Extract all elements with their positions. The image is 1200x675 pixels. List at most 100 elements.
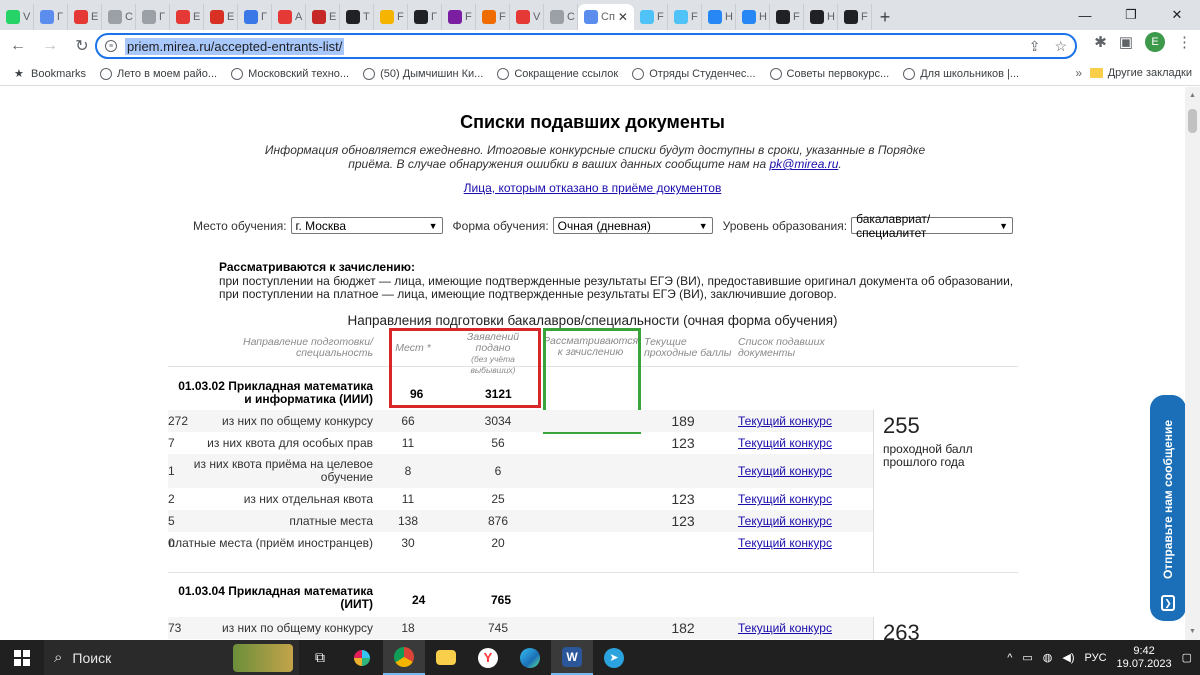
start-button[interactable] (0, 640, 44, 675)
bookmarks-menu[interactable]: ★ Bookmarks (14, 68, 86, 80)
place-label: Место обучения: (193, 218, 287, 233)
back-icon[interactable]: ← (4, 32, 32, 60)
form-select[interactable]: Очная (дневная) ▼ (552, 217, 713, 234)
tab-favicon-icon (346, 10, 360, 24)
scroll-down-icon[interactable]: ▼ (1189, 628, 1196, 635)
task-view-icon[interactable]: ⧉ (299, 640, 341, 675)
browser-tab[interactable]: V (0, 4, 34, 30)
restore-button[interactable]: ❐ (1108, 0, 1154, 30)
browser-tab[interactable]: A (272, 4, 306, 30)
tray-arrow-icon[interactable]: ^ (1007, 652, 1012, 664)
browser-tab[interactable]: C (544, 4, 578, 30)
minimize-button[interactable]: — (1062, 0, 1108, 30)
browser-tab[interactable]: V (510, 4, 544, 30)
bookmark-item[interactable]: Сокращение ссылок (497, 67, 619, 80)
file-explorer-icon[interactable] (425, 640, 467, 675)
browser-tab[interactable]: F (770, 4, 804, 30)
browser-tab[interactable]: E (68, 4, 102, 30)
close-tab-icon[interactable]: ✕ (618, 10, 628, 24)
browser-tab[interactable]: F (838, 4, 872, 30)
chrome-icon[interactable] (383, 640, 425, 675)
extensions-icon[interactable]: ✱ (1094, 33, 1107, 51)
bookmark-item[interactable]: Лето в моем райо... (100, 67, 217, 80)
browser-tab[interactable]: T (340, 4, 374, 30)
tab-favicon-icon (6, 10, 20, 24)
browser-tab[interactable]: F (442, 4, 476, 30)
taskbar-search[interactable]: ⌕ Поиск (44, 640, 299, 675)
row-applications: 25 (491, 492, 505, 506)
bookmark-item[interactable]: Московский техно... (231, 67, 349, 80)
slack-icon[interactable] (341, 640, 383, 675)
yandex-browser-icon[interactable]: Y (467, 640, 509, 675)
browser-tab[interactable]: H (804, 4, 838, 30)
chevron-down-icon: ▼ (999, 220, 1009, 231)
browser-tab[interactable]: H (736, 4, 770, 30)
telegram-icon[interactable]: ➤ (593, 640, 635, 675)
share-icon[interactable]: ⇪ (1029, 38, 1041, 55)
battery-icon[interactable]: ▭ (1022, 651, 1032, 664)
new-tab-button[interactable]: + (872, 4, 898, 30)
row-list-link[interactable]: Текущий конкурс (738, 410, 858, 432)
bookmark-label: Сокращение ссылок (514, 67, 619, 80)
web-page: Списки подавших документы Информация обн… (0, 87, 1200, 640)
forward-icon[interactable]: → (36, 32, 64, 60)
row-places: 66 (401, 414, 415, 428)
active-tab[interactable]: Сп ✕ (578, 4, 634, 30)
bookmark-item[interactable]: Для школьников |... (903, 67, 1019, 80)
browser-tab[interactable]: F (374, 4, 408, 30)
word-icon[interactable]: W (551, 640, 593, 675)
browser-tab[interactable]: E (306, 4, 340, 30)
scroll-up-icon[interactable]: ▲ (1189, 92, 1196, 99)
url-text[interactable]: priem.mirea.ru/accepted-entrants-list/ (125, 37, 345, 55)
browser-tab[interactable]: E (204, 4, 238, 30)
browser-tab[interactable]: Г (408, 4, 442, 30)
volume-icon[interactable]: ◀) (1062, 651, 1074, 664)
bookmark-item[interactable]: (50) Дымчишин Ки... (363, 67, 483, 80)
reload-icon[interactable]: ↻ (68, 32, 96, 60)
clock[interactable]: 9:42 19.07.2023 (1117, 645, 1172, 671)
site-info-icon[interactable]: ≡ (105, 40, 117, 52)
browser-tab[interactable]: F (634, 4, 668, 30)
address-bar[interactable]: ≡ priem.mirea.ru/accepted-entrants-list/… (95, 33, 1077, 59)
email-link[interactable]: pk@mirea.ru (770, 157, 839, 171)
browser-tab[interactable]: F (668, 4, 702, 30)
browser-tab[interactable]: H (702, 4, 736, 30)
row-list-link[interactable]: Текущий конкурс (738, 432, 858, 454)
browser-tab[interactable]: F (476, 4, 510, 30)
feedback-widget[interactable]: Отправьте нам сообщение ❯ (1150, 395, 1186, 621)
level-select[interactable]: бакалавриат/специалитет ▼ (851, 212, 1014, 240)
notifications-icon[interactable]: ▢ (1182, 651, 1192, 664)
language-indicator[interactable]: РУС (1085, 652, 1107, 664)
bookmark-favicon-icon (231, 67, 244, 80)
browser-tab[interactable]: Г (238, 4, 272, 30)
browser-tab[interactable]: Г (136, 4, 170, 30)
browser-tab[interactable]: E (170, 4, 204, 30)
place-select[interactable]: г. Москва ▼ (290, 217, 443, 234)
browser-tab[interactable]: Г (34, 4, 68, 30)
row-places: 11 (401, 492, 415, 506)
row-list-link[interactable]: Текущий конкурс (738, 488, 858, 510)
bookmark-favicon-icon (497, 67, 510, 80)
scrollbar[interactable]: ▲ ▼ (1185, 87, 1200, 640)
edge-icon[interactable] (509, 640, 551, 675)
close-window-button[interactable]: ✕ (1154, 0, 1200, 30)
row-score: 123 (671, 491, 695, 507)
row-score: 182 (671, 620, 695, 636)
row-list-link[interactable]: Текущий конкурс (738, 510, 858, 532)
refused-link[interactable]: Лица, которым отказано в приёме документ… (0, 181, 1185, 195)
profile-avatar[interactable]: E (1145, 32, 1165, 52)
bookmark-star-icon[interactable]: ☆ (1054, 38, 1067, 55)
scroll-thumb[interactable] (1188, 109, 1197, 133)
network-icon[interactable]: ◍ (1043, 651, 1053, 664)
other-bookmarks[interactable]: Другие закладки (1089, 67, 1192, 79)
browser-tab[interactable]: C (102, 4, 136, 30)
bookmark-item[interactable]: Отряды Студенчес... (632, 67, 756, 80)
menu-icon[interactable]: ⋮ (1177, 33, 1192, 51)
tab-label: H (725, 11, 733, 23)
bookmarks-overflow-button[interactable]: » (1075, 66, 1082, 80)
bookmark-item[interactable]: Советы первокурс... (769, 67, 889, 80)
side-panel-icon[interactable]: ▣ (1119, 33, 1133, 51)
row-list-link[interactable]: Текущий конкурс (738, 532, 858, 554)
row-list-link[interactable]: Текущий конкурс (738, 454, 858, 488)
row-list-link[interactable]: Текущий конкурс (738, 617, 858, 639)
